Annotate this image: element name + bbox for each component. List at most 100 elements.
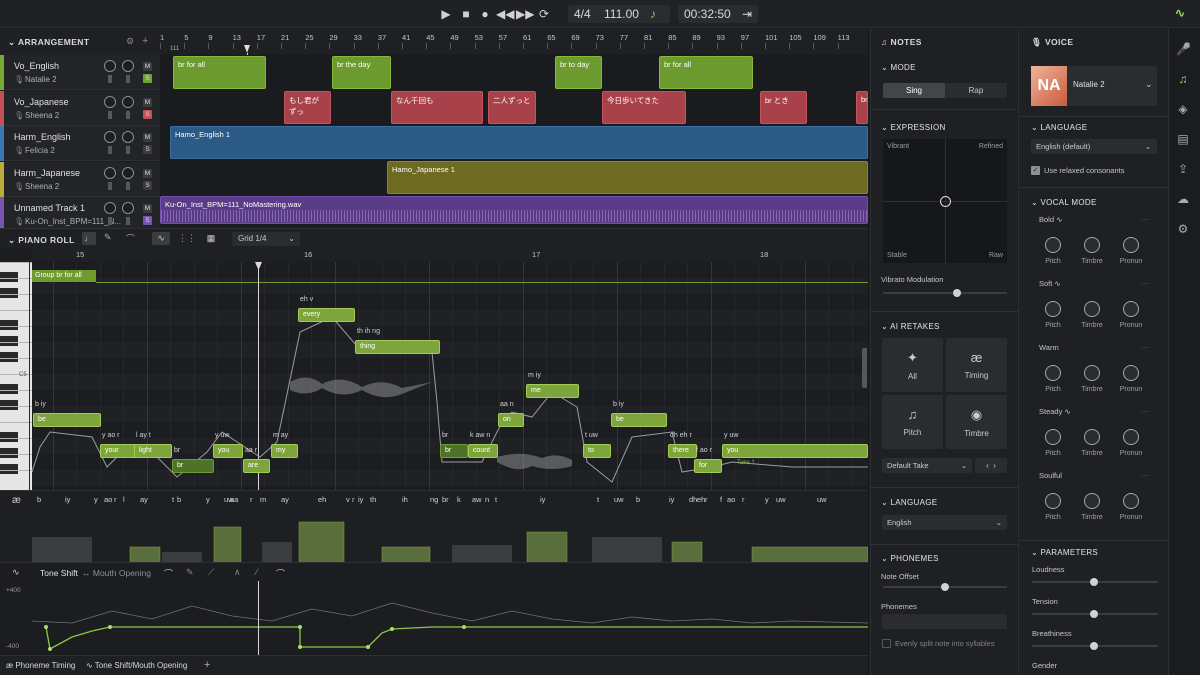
track-header[interactable]: Harm_Japanese 🎙 Sheena 2 MS <box>0 161 160 197</box>
phoneme-label[interactable]: br <box>442 495 449 504</box>
tempo-value[interactable]: 111.00 <box>604 5 639 23</box>
pan-knob[interactable] <box>122 202 134 214</box>
voice-selector[interactable]: NA Natalie 2 ⌄ <box>1031 66 1157 106</box>
mode-menu-icon[interactable]: ··· <box>1141 471 1149 480</box>
phoneme-label[interactable]: r <box>742 495 745 504</box>
phoneme-label[interactable]: b <box>636 495 640 504</box>
microphone-icon[interactable]: 🎤 <box>1176 42 1191 56</box>
time-display[interactable]: 00:32:50 ⇥ <box>678 5 758 23</box>
note[interactable]: count <box>468 444 498 458</box>
mute-button[interactable]: M <box>143 133 152 142</box>
settings-icon[interactable]: ⚙ <box>126 36 134 47</box>
add-tab-icon[interactable]: + <box>204 659 210 671</box>
mode-menu-icon[interactable]: ··· <box>1141 215 1149 224</box>
mode-knob[interactable] <box>1084 493 1100 509</box>
clip-en-1[interactable]: br for all <box>173 56 266 89</box>
layers-icon[interactable]: ◈ <box>1176 102 1190 116</box>
phoneme-label[interactable]: r <box>250 495 253 504</box>
clip-instrumental[interactable]: Ku-On_Inst_BPM=111_NoMastering.wav <box>160 196 868 224</box>
black-key[interactable] <box>0 288 18 298</box>
solo-button[interactable]: S <box>143 74 152 83</box>
take-nav[interactable]: ‹ › <box>975 458 1007 473</box>
note[interactable]: br <box>440 444 468 458</box>
phoneme-label[interactable]: v <box>346 495 350 504</box>
split-checkbox[interactable] <box>882 639 891 648</box>
phoneme-label[interactable]: ay <box>140 495 148 504</box>
pan-knob[interactable] <box>122 60 134 72</box>
tab-mouth-opening[interactable]: ↔ Mouth Opening <box>82 568 151 578</box>
phoneme-label[interactable]: f <box>720 495 722 504</box>
note-offset-slider[interactable] <box>883 583 1007 591</box>
note[interactable]: br <box>172 459 214 473</box>
phoneme-label[interactable]: ao <box>104 495 112 504</box>
slider-handle[interactable] <box>1090 578 1098 586</box>
phoneme-label[interactable]: n <box>485 495 489 504</box>
phoneme-label[interactable]: ih <box>402 495 408 504</box>
phoneme-label[interactable]: y <box>206 495 210 504</box>
note[interactable]: be <box>611 413 667 427</box>
mode-knob[interactable] <box>1084 237 1100 253</box>
line-tool-icon[interactable]: ⟋ <box>208 567 214 578</box>
note[interactable]: you <box>722 444 868 458</box>
slash-tool-icon[interactable]: ⁄ <box>256 567 258 577</box>
clip-jp-3[interactable]: 二人ずっと <box>488 91 536 124</box>
arrangement-ruler[interactable]: 1 5 9 13 17 21 25 29 33 37 41 45 49 53 57 61 65 69 73 77 81 8… <box>160 33 868 53</box>
loop-icon[interactable]: ⟳ <box>536 6 552 22</box>
clip-en-4[interactable]: br for all <box>659 56 753 89</box>
expression-pad[interactable]: Vibrant Refined Stable Raw <box>883 139 1007 263</box>
stop-icon[interactable]: ■ <box>458 6 474 22</box>
phoneme-label[interactable]: iy <box>540 495 545 504</box>
mode-knob[interactable] <box>1045 429 1061 445</box>
solo-button[interactable]: S <box>143 216 152 225</box>
phoneme-label[interactable]: r <box>705 495 708 504</box>
take-label[interactable]: Take 1 <box>737 460 755 466</box>
track-header[interactable]: Unnamed Track 1 🎙 Ku-On_Inst_BPM=111_N... M… <box>0 197 160 232</box>
expression-handle[interactable] <box>940 196 951 207</box>
black-key[interactable] <box>0 336 18 346</box>
note[interactable]: be <box>33 413 101 427</box>
peak-tool-icon[interactable]: ∧ <box>234 567 241 578</box>
mode-sing[interactable]: Sing <box>883 83 945 98</box>
curve-tool-icon[interactable]: ⌒ <box>126 232 135 245</box>
calendar-icon[interactable]: ▦ <box>203 232 219 245</box>
pencil-tool-icon[interactable]: ✎ <box>186 567 194 578</box>
mode-rap[interactable]: Rap <box>945 83 1007 98</box>
voice-chevron-icon[interactable]: ⌄ <box>1145 79 1153 90</box>
mode-knob[interactable] <box>1084 429 1100 445</box>
clip-jp-5[interactable]: br とき <box>760 91 807 124</box>
mode-menu-icon[interactable]: ··· <box>1141 279 1149 288</box>
phonemes-input[interactable] <box>882 614 1007 629</box>
tab-tone-shift[interactable]: Tone Shift <box>40 568 78 578</box>
add-track-icon[interactable]: + <box>142 35 148 47</box>
note[interactable]: are <box>243 459 270 473</box>
phoneme-label[interactable]: iy <box>65 495 70 504</box>
track-header[interactable]: Vo_English 🎙 Natalie 2 MS <box>0 55 160 90</box>
pencil-icon[interactable]: ✎ <box>104 232 112 243</box>
clip-harm-en[interactable]: Hamo_English 1 <box>170 126 868 159</box>
phoneme-label[interactable]: t <box>495 495 497 504</box>
pitch-curve-icon[interactable]: ∿ <box>152 232 170 245</box>
black-key[interactable] <box>0 464 18 474</box>
select-tool-icon[interactable]: ♩ <box>82 232 96 245</box>
clip-en-3[interactable]: br to day <box>555 56 602 89</box>
phoneme-label[interactable]: iy <box>669 495 674 504</box>
phoneme-label[interactable]: th <box>370 495 376 504</box>
black-key[interactable] <box>0 448 18 458</box>
mode-knob[interactable] <box>1084 365 1100 381</box>
track-header[interactable]: Vo_Japanese 🎙 Sheena 2 MS <box>0 90 160 126</box>
black-key[interactable] <box>0 384 18 394</box>
mode-knob[interactable] <box>1123 301 1139 317</box>
waveform-toggle-icon[interactable]: ⋮⋮ <box>178 232 196 245</box>
mode-knob[interactable] <box>1045 365 1061 381</box>
mode-knob[interactable] <box>1084 301 1100 317</box>
volume-knob[interactable] <box>104 95 116 108</box>
clip-area[interactable]: br for all br the day br to day br for a… <box>160 55 868 225</box>
phoneme-label[interactable]: t <box>597 495 599 504</box>
retake-timbre[interactable]: ◉ Timbre <box>946 395 1007 449</box>
retake-all[interactable]: ✦ All <box>882 338 943 392</box>
phoneme-label[interactable]: aw <box>472 495 482 504</box>
voice-language-select[interactable]: English (default) ⌄ <box>1031 139 1157 154</box>
parameter-lane[interactable]: ∿ Tone Shift ↔ Mouth Opening ⌒ ✎ ⟋ ∧ ⁄ ⌒… <box>0 562 868 656</box>
tab-tone-mouth[interactable]: ∿ Tone Shift/Mouth Opening <box>86 661 187 670</box>
clip-harm-jp[interactable]: Hamo_Japanese 1 <box>387 161 868 194</box>
